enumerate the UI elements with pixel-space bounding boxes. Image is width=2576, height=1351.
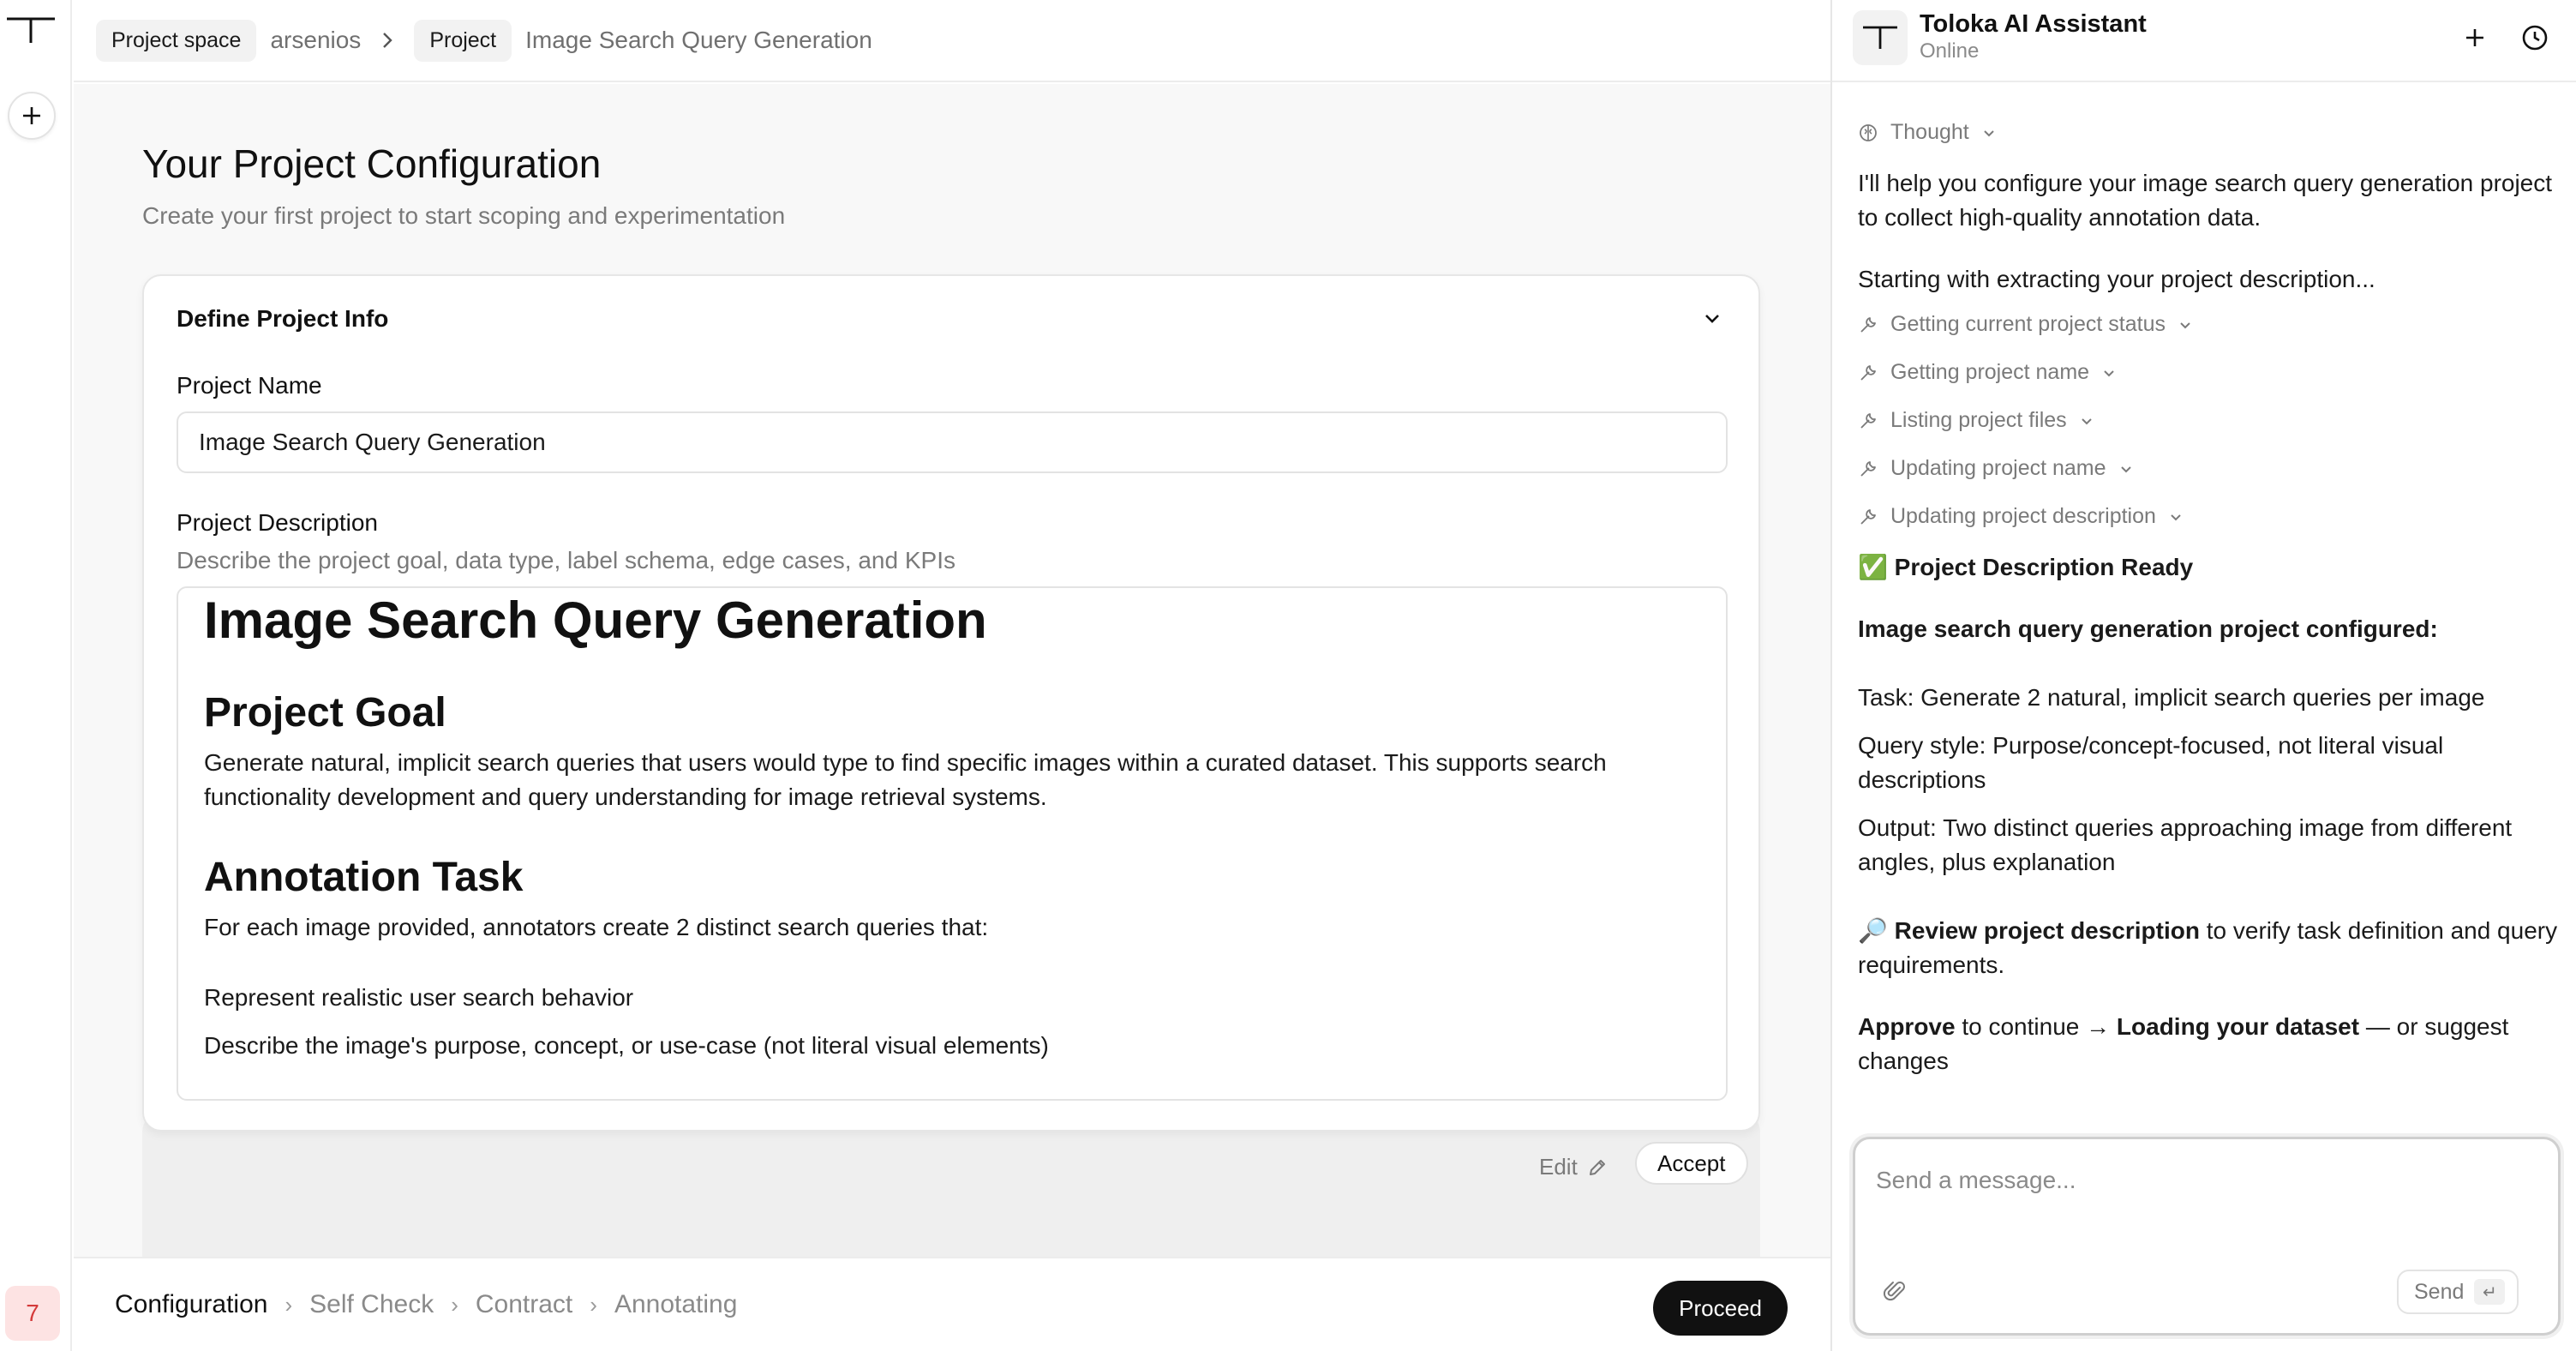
approve-bold-dataset: Loading your dataset [2116, 1013, 2360, 1040]
tool-call-label: Getting project name [1890, 360, 2090, 384]
message-composer: Send ↵ [1853, 1137, 2561, 1336]
enter-key-icon: ↵ [2474, 1279, 2506, 1305]
new-project-button[interactable] [8, 92, 56, 140]
plus-icon [2466, 29, 2483, 46]
wrench-icon [1860, 316, 1876, 333]
project-description-label: Project Description [177, 509, 378, 536]
accept-button[interactable]: Accept [1635, 1142, 1748, 1185]
chevron-down-icon [2120, 465, 2131, 472]
output-line: Output: Two distinct queries approaching… [1858, 814, 2513, 875]
tool-call-row[interactable]: Listing project files [1858, 408, 2094, 433]
card-heading: Define Project Info [177, 305, 389, 332]
thought-label: Thought [1890, 120, 1969, 144]
breadcrumb-project-space[interactable]: Project space [96, 19, 257, 62]
tool-call-row[interactable]: Getting current project status [1858, 312, 2193, 337]
approve-instruction: Approve to continue → Loading your datas… [1858, 1010, 2561, 1078]
query-style-line: Query style: Purpose/concept-focused, no… [1858, 732, 2444, 793]
edit-label: Edit [1539, 1154, 1578, 1180]
wrench-icon [1860, 508, 1876, 525]
left-rail: 7 [0, 0, 72, 1351]
magnifier-icon: 🔎 [1858, 917, 1888, 944]
workflow-stepper: Configuration › Self Check › Contract › … [74, 1257, 1830, 1351]
page-subtitle: Create your first project to start scopi… [142, 202, 786, 229]
assistant-message-intro: I'll help you configure your image searc… [1858, 170, 2553, 231]
step-self-check[interactable]: Self Check [309, 1290, 434, 1319]
review-bold: Review project description [1894, 917, 2200, 944]
toloka-logo-icon [1863, 26, 1897, 49]
plus-icon [23, 107, 40, 124]
assistant-header: Toloka AI Assistant Online [1832, 0, 2576, 82]
chevron-right-icon [374, 31, 400, 50]
tool-call-row[interactable]: Updating project name [1858, 456, 2134, 481]
brain-icon [1860, 123, 1877, 141]
step-configuration[interactable]: Configuration [115, 1290, 267, 1319]
main-content: Your Project Configuration Create your f… [74, 84, 1830, 1286]
breadcrumb: Project space arsenios Project Image Sea… [74, 0, 1830, 82]
description-ready-heading: ✅ Project Description Ready [1858, 550, 2561, 585]
paperclip-icon [1883, 1282, 1905, 1301]
chevron-down-icon [1984, 129, 1994, 136]
step-annotating[interactable]: Annotating [614, 1290, 737, 1319]
assistant-panel: Toloka AI Assistant Online Thought I'll … [1830, 0, 2576, 1351]
breadcrumb-workspace[interactable]: arsenios [270, 27, 361, 54]
tool-call-label: Listing project files [1890, 408, 2067, 432]
thought-toggle[interactable]: Thought [1858, 120, 1997, 145]
assistant-status: Online [1920, 39, 1980, 63]
assistant-message-starting: Starting with extracting your project de… [1858, 266, 2375, 292]
project-name-input[interactable] [177, 411, 1728, 473]
tool-call-row[interactable]: Updating project description [1858, 504, 2184, 529]
breadcrumb-project-name: Image Search Query Generation [525, 27, 872, 53]
chevron-down-icon [2081, 417, 2092, 424]
description-task-heading: Annotation Task [204, 855, 524, 900]
message-input[interactable] [1855, 1139, 2558, 1259]
project-name-label: Project Name [177, 372, 322, 399]
chevron-down-icon [2180, 321, 2190, 328]
assistant-name: Toloka AI Assistant [1920, 10, 2147, 38]
step-separator-icon: › [451, 1291, 458, 1318]
attach-button[interactable] [1881, 1278, 1908, 1306]
new-chat-button[interactable] [2458, 21, 2492, 55]
project-info-card: Define Project Info Project Name Project… [142, 274, 1760, 1132]
approve-mid: to continue → [1955, 1013, 2117, 1040]
send-button[interactable]: Send ↵ [2397, 1270, 2519, 1314]
description-task-item: Represent realistic user search behavior [204, 984, 634, 1011]
page-title: Your Project Configuration [142, 141, 602, 186]
chevron-down-icon [2171, 513, 2181, 520]
description-title: Image Search Query Generation [204, 591, 987, 649]
pencil-icon [1589, 1159, 1605, 1175]
send-label: Send [2414, 1279, 2465, 1304]
tool-call-label: Updating project description [1890, 504, 2156, 528]
wrench-icon [1860, 460, 1876, 477]
review-instruction: 🔎 Review project description to verify t… [1858, 914, 2561, 982]
description-ready-title: Project Description Ready [1894, 554, 2194, 580]
step-contract[interactable]: Contract [476, 1290, 572, 1319]
proceed-button[interactable]: Proceed [1653, 1281, 1788, 1336]
check-mark-icon: ✅ [1858, 554, 1888, 580]
step-separator-icon: › [285, 1291, 293, 1318]
tool-call-label: Updating project name [1890, 456, 2106, 480]
history-button[interactable] [2518, 21, 2552, 55]
toloka-logo-icon[interactable] [5, 14, 57, 48]
description-task-item: Describe the image's purpose, concept, o… [204, 1032, 1049, 1059]
project-description-editor[interactable]: Image Search Query Generation Project Go… [177, 586, 1728, 1101]
description-task-intro: For each image provided, annotators crea… [204, 914, 989, 940]
notification-badge[interactable]: 7 [5, 1286, 60, 1341]
description-goal-text: Generate natural, implicit search querie… [204, 749, 1607, 810]
clock-icon [2522, 25, 2548, 51]
breadcrumb-project[interactable]: Project [414, 19, 512, 62]
chevron-down-icon [2104, 369, 2114, 376]
project-description-hint: Describe the project goal, data type, la… [177, 547, 956, 573]
tool-call-label: Getting current project status [1890, 312, 2166, 336]
task-line: Task: Generate 2 natural, implicit searc… [1858, 684, 2485, 711]
description-goal-heading: Project Goal [204, 690, 446, 736]
edit-button[interactable]: Edit [1539, 1154, 1609, 1180]
wrench-icon [1860, 364, 1876, 381]
step-separator-icon: › [590, 1291, 597, 1318]
wrench-icon [1860, 412, 1876, 429]
assistant-avatar [1853, 10, 1908, 65]
tool-call-row[interactable]: Getting project name [1858, 360, 2117, 385]
configured-heading: Image search query generation project co… [1858, 615, 2438, 642]
approve-bold: Approve [1858, 1013, 1956, 1040]
collapse-chevron-icon[interactable] [1698, 305, 1726, 333]
